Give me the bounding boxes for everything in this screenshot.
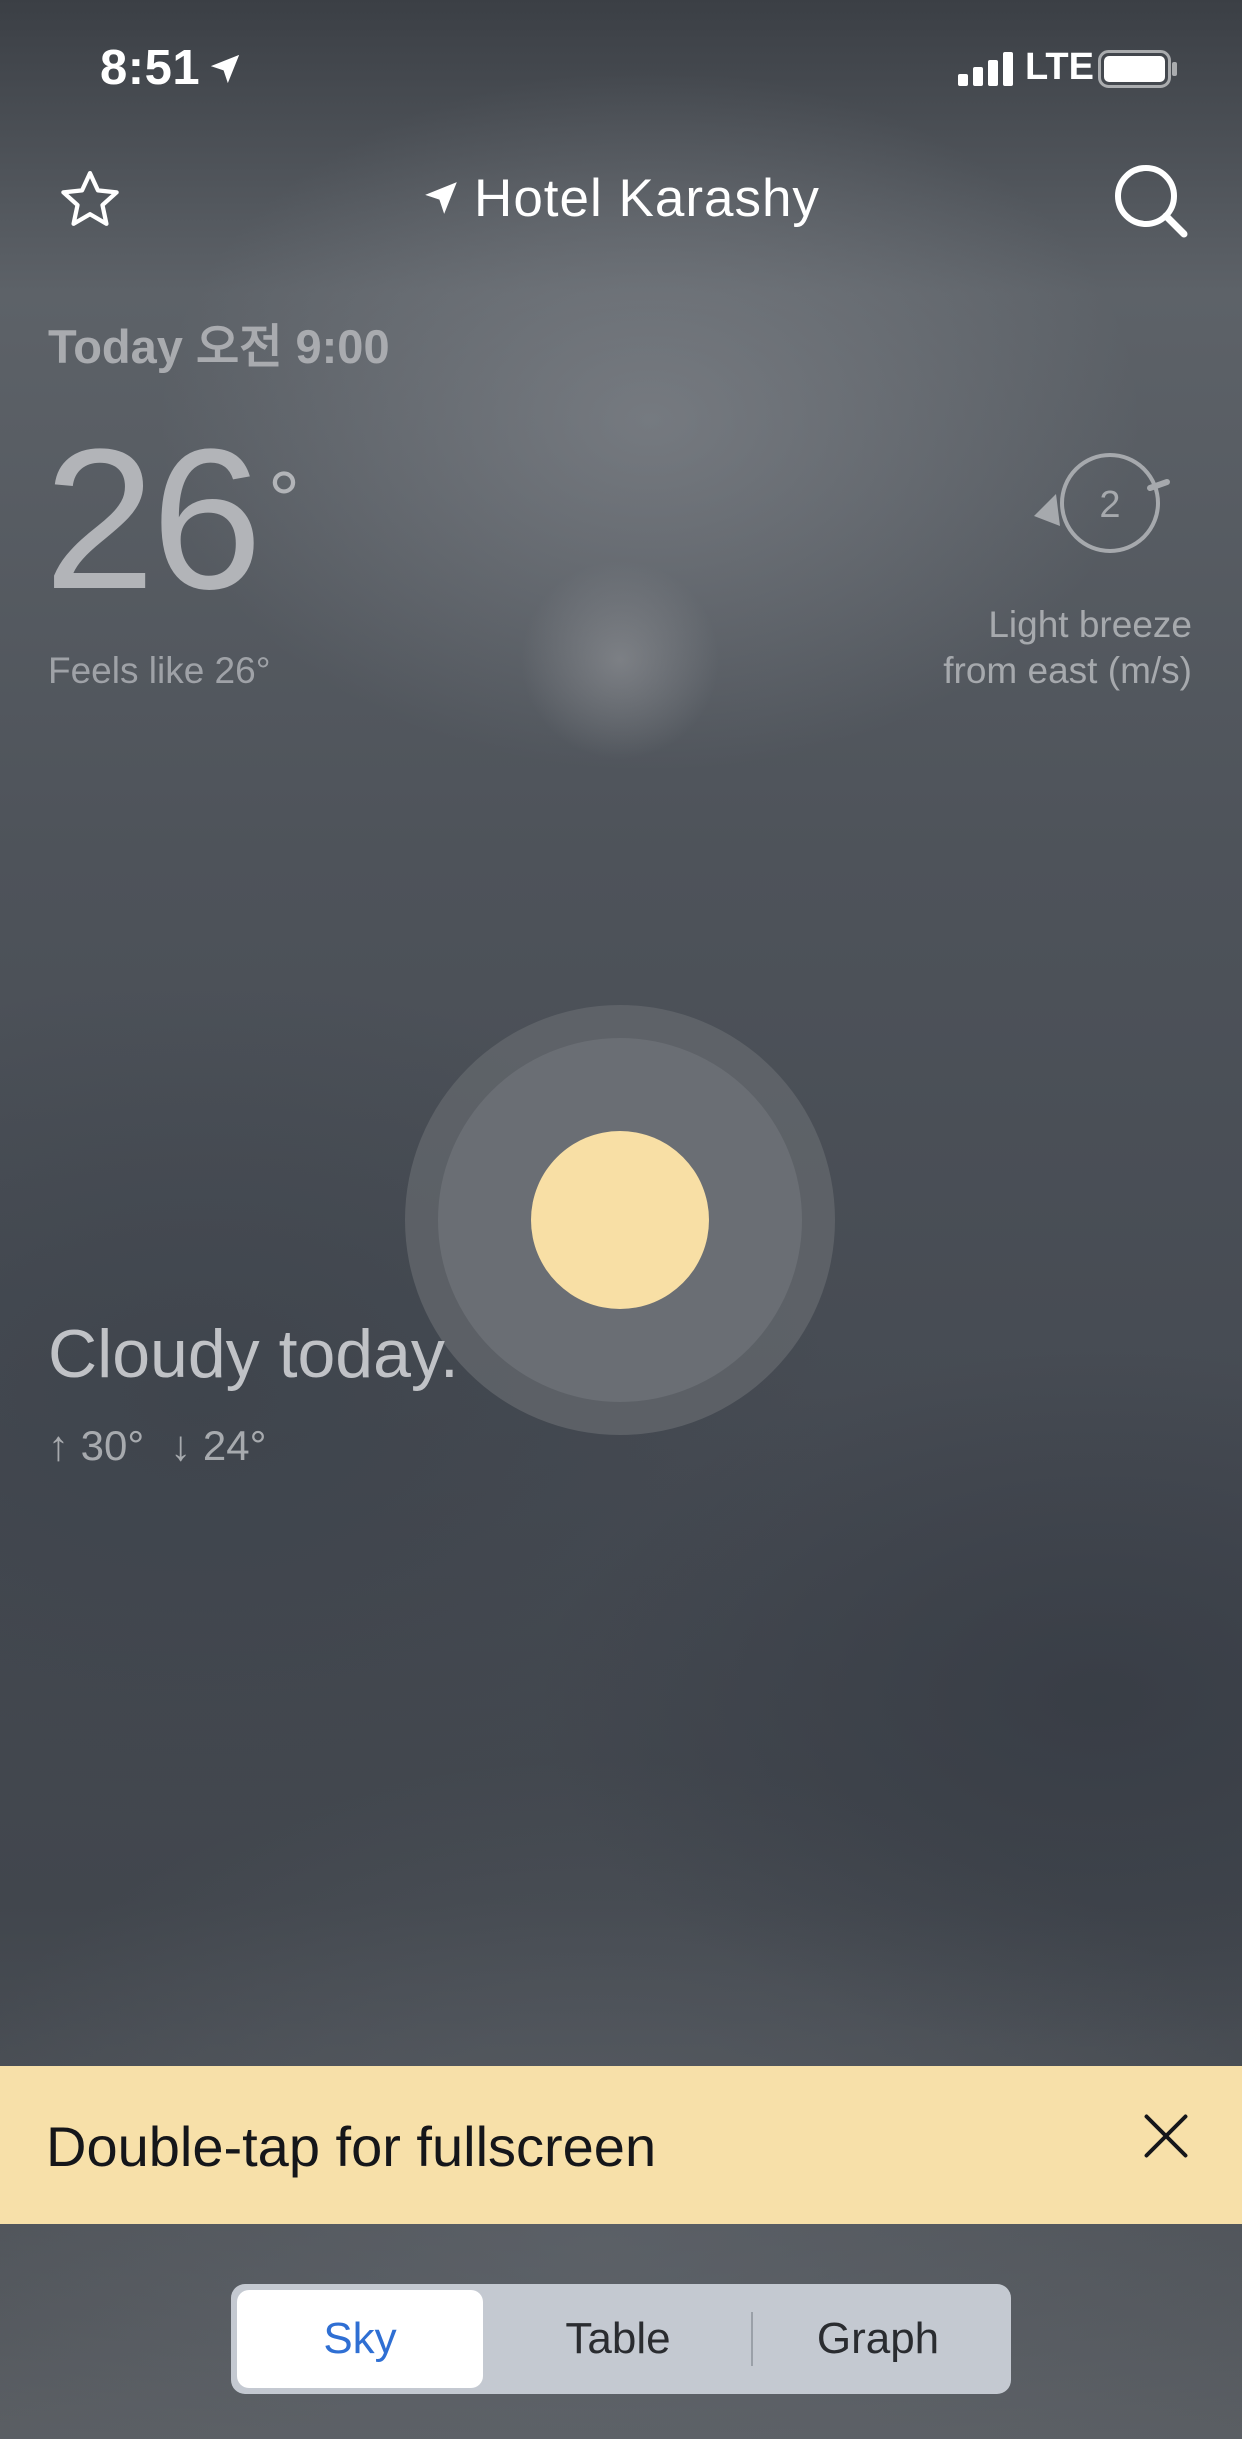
- wind-direction-icon: 2: [1034, 453, 1170, 553]
- status-bar: 8:51 LTE: [0, 0, 1242, 135]
- tab-table[interactable]: Table: [493, 2284, 743, 2394]
- high-low-temps: ↑ 30° ↓ 24°: [48, 1422, 266, 1470]
- condition-text: Cloudy today.: [48, 1316, 459, 1392]
- sun-haze: [520, 560, 720, 760]
- location-title[interactable]: Hotel Karashy: [0, 168, 1242, 229]
- current-temperature: 26: [44, 408, 262, 631]
- sun-icon[interactable]: [531, 1131, 709, 1309]
- close-icon[interactable]: [1140, 2110, 1192, 2162]
- view-segmented-control: Sky Table Graph: [231, 2284, 1011, 2394]
- status-time: 8:51: [100, 41, 201, 95]
- degree-symbol: °: [268, 455, 300, 544]
- wind-description: Light breeze from east (m/s): [943, 602, 1192, 694]
- tab-graph[interactable]: Graph: [753, 2284, 1003, 2394]
- location-arrow-icon: [425, 182, 457, 214]
- banner-text: Double-tap for fullscreen: [46, 2115, 657, 2178]
- battery-icon: [1098, 50, 1177, 88]
- fullscreen-hint-banner[interactable]: Double-tap for fullscreen: [0, 2066, 1242, 2224]
- forecast-datetime: Today 오전 9:00: [48, 320, 390, 373]
- wind-line-1: Light breeze: [988, 604, 1192, 645]
- search-icon[interactable]: [1110, 160, 1190, 240]
- feels-like: Feels like 26°: [48, 650, 271, 691]
- location-name: Hotel Karashy: [474, 169, 820, 228]
- wind-line-2: from east (m/s): [943, 650, 1192, 691]
- low-temp: ↓ 24°: [170, 1422, 267, 1469]
- wind-speed: 2: [1099, 484, 1120, 526]
- high-temp: ↑ 30°: [48, 1422, 145, 1469]
- location-arrow-icon: [210, 54, 240, 84]
- signal-icon: [958, 52, 1013, 86]
- network-label: LTE: [1025, 46, 1094, 88]
- tab-sky[interactable]: Sky: [237, 2290, 483, 2388]
